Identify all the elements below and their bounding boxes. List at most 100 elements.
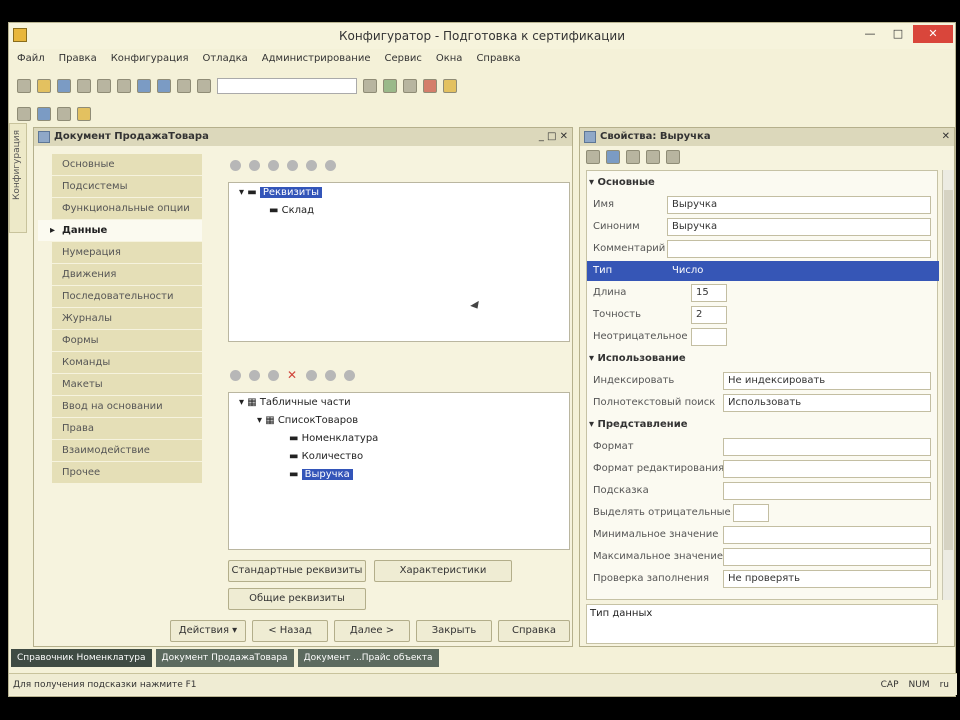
property-row[interactable]: Максимальное значение [587, 547, 939, 567]
property-row[interactable]: Имя Выручка [587, 195, 939, 215]
config-tree-icon[interactable] [17, 107, 31, 121]
edit-icon[interactable] [268, 370, 279, 381]
sort-alpha-icon[interactable] [586, 150, 600, 164]
categorized-icon[interactable] [606, 150, 620, 164]
menu-administration[interactable]: Администрирование [262, 53, 371, 69]
property-value[interactable] [723, 548, 931, 566]
property-value[interactable]: 2 [691, 306, 727, 324]
left-panel-tab[interactable]: Конфигурация [9, 123, 27, 233]
property-group[interactable]: ▾ Использование [587, 349, 939, 369]
filter-icon[interactable] [626, 150, 640, 164]
close-window-button[interactable]: Закрыть [416, 620, 492, 642]
actions-button[interactable]: Действия ▾ [170, 620, 246, 642]
move-up-icon[interactable] [287, 160, 298, 171]
property-row[interactable]: Формат [587, 437, 939, 457]
move-up-icon[interactable] [306, 370, 317, 381]
object-tab[interactable]: Макеты [52, 374, 202, 396]
object-tab[interactable]: Функциональные опции [52, 198, 202, 220]
property-row[interactable]: Синоним Выручка [587, 217, 939, 237]
maximize-button[interactable]: □ [885, 25, 911, 43]
object-tab[interactable]: Основные [52, 154, 202, 176]
object-tab[interactable]: Ввод на основании [52, 396, 202, 418]
common-attributes-button[interactable]: Общие реквизиты [228, 588, 366, 610]
object-tab[interactable]: Подсистемы [52, 176, 202, 198]
property-value[interactable]: Не индексировать [723, 372, 931, 390]
compare-icon[interactable] [57, 107, 71, 121]
object-tab[interactable]: Движения [52, 264, 202, 286]
property-group[interactable]: ▾ Представление [587, 415, 939, 435]
property-row[interactable]: Минимальное значение [587, 525, 939, 545]
sort-icon[interactable] [344, 370, 355, 381]
property-row[interactable]: Индексировать Не индексировать [587, 371, 939, 391]
properties-close-button[interactable]: ✕ [942, 128, 950, 146]
property-value[interactable] [667, 240, 931, 258]
property-value[interactable]: Выручка [667, 218, 931, 236]
menu-windows[interactable]: Окна [436, 53, 463, 69]
undo-icon[interactable] [137, 79, 151, 93]
redo-icon[interactable] [157, 79, 171, 93]
new-icon[interactable] [17, 79, 31, 93]
property-row[interactable]: Тип Число [587, 261, 939, 281]
object-tab[interactable]: Права [52, 418, 202, 440]
property-value[interactable]: Выручка [667, 196, 931, 214]
object-tab[interactable]: Взаимодействие [52, 440, 202, 462]
object-tab[interactable]: Данные [38, 220, 202, 242]
find-next-icon[interactable] [363, 79, 377, 93]
add-column-icon[interactable] [249, 370, 260, 381]
characteristics-button[interactable]: Характеристики [374, 560, 512, 582]
delete-icon[interactable]: ✕ [287, 369, 298, 381]
menu-configuration[interactable]: Конфигурация [111, 53, 189, 69]
property-row[interactable]: Подсказка [587, 481, 939, 501]
object-tab[interactable]: Нумерация [52, 242, 202, 264]
add-table-icon[interactable] [230, 370, 241, 381]
property-value[interactable] [723, 526, 931, 544]
object-tab[interactable]: Последовательности [52, 286, 202, 308]
property-row[interactable]: Неотрицательное [587, 327, 939, 347]
sort-icon[interactable] [325, 160, 336, 171]
clear-icon[interactable] [646, 150, 660, 164]
move-down-icon[interactable] [325, 370, 336, 381]
minimize-button[interactable]: — [857, 25, 883, 43]
property-value[interactable] [691, 328, 727, 346]
paste-icon[interactable] [117, 79, 131, 93]
cut-icon[interactable] [77, 79, 91, 93]
properties-icon[interactable] [77, 107, 91, 121]
open-icon[interactable] [37, 79, 51, 93]
object-window-controls[interactable]: _ □ ✕ [539, 128, 568, 146]
copy-icon[interactable] [97, 79, 111, 93]
db-icon[interactable] [37, 107, 51, 121]
find-icon[interactable] [177, 79, 191, 93]
tree-row-attributes[interactable]: ▾ ▬ Реквизиты [239, 187, 322, 198]
tree-row-warehouse[interactable]: ▬ Склад [269, 205, 314, 216]
help-button[interactable]: Справка [498, 620, 570, 642]
standard-attributes-button[interactable]: Стандартные реквизиты [228, 560, 366, 582]
run-icon[interactable] [383, 79, 397, 93]
menu-debug[interactable]: Отладка [202, 53, 247, 69]
object-tab[interactable]: Прочее [52, 462, 202, 484]
property-row[interactable]: Точность 2 [587, 305, 939, 325]
tree-row-quantity[interactable]: ▬ Количество [289, 451, 363, 462]
property-row[interactable]: Формат редактирования [587, 459, 939, 479]
property-row[interactable]: Полнотекстовый поиск Использовать [587, 393, 939, 413]
search-input[interactable] [217, 78, 357, 94]
add-icon[interactable] [230, 160, 241, 171]
object-tab[interactable]: Команды [52, 352, 202, 374]
property-grid-scrollbar[interactable] [942, 170, 954, 600]
copy-icon[interactable] [268, 160, 279, 171]
taskbar-item[interactable]: Документ ...Прайс объекта [297, 649, 439, 667]
taskbar-item[interactable]: Документ ПродажаТовара [155, 649, 294, 667]
pin-icon[interactable] [666, 150, 680, 164]
move-down-icon[interactable] [306, 160, 317, 171]
property-value[interactable] [723, 482, 931, 500]
object-tab[interactable]: Журналы [52, 308, 202, 330]
back-button[interactable]: < Назад [252, 620, 328, 642]
menu-service[interactable]: Сервис [384, 53, 421, 69]
property-value[interactable]: Не проверять [723, 570, 931, 588]
property-group[interactable]: ▾ Основные [587, 173, 939, 193]
search-icon[interactable] [197, 79, 211, 93]
tree-row-tabular-parts[interactable]: ▾ ▦ Табличные части [239, 397, 351, 408]
tree-row-revenue[interactable]: ▬ Выручка [289, 469, 353, 480]
object-tab[interactable]: Формы [52, 330, 202, 352]
next-button[interactable]: Далее > [334, 620, 410, 642]
taskbar-item[interactable]: Справочник Номенклатура [11, 649, 152, 667]
